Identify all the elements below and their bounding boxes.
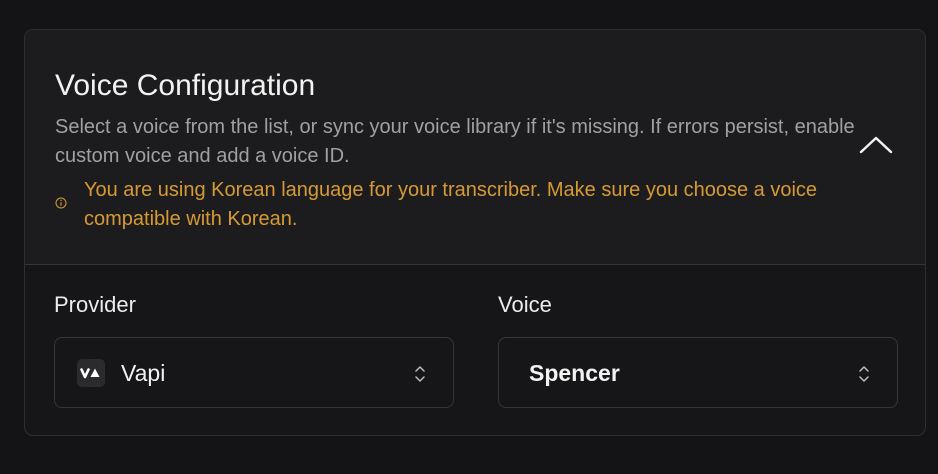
voice-configuration-card: Voice Configuration Select a voice from … — [24, 29, 926, 436]
vapi-logo-icon — [77, 359, 105, 387]
voice-select[interactable]: Spencer — [498, 337, 898, 408]
voice-value: Spencer — [529, 360, 620, 386]
chevron-up-down-icon — [859, 366, 869, 382]
card-header[interactable]: Voice Configuration Select a voice from … — [25, 30, 925, 265]
chevron-up-icon[interactable] — [857, 130, 895, 160]
provider-value: Vapi — [121, 360, 166, 386]
provider-select[interactable]: Vapi — [54, 337, 454, 408]
chevron-up-down-icon — [415, 366, 425, 382]
section-title: Voice Configuration — [55, 69, 316, 102]
info-circle-icon — [55, 197, 67, 209]
section-description: Select a voice from the list, or sync yo… — [55, 116, 855, 167]
provider-label: Provider — [54, 292, 136, 317]
voice-label: Voice — [498, 292, 552, 317]
warning-text: You are using Korean language for your t… — [84, 179, 818, 230]
